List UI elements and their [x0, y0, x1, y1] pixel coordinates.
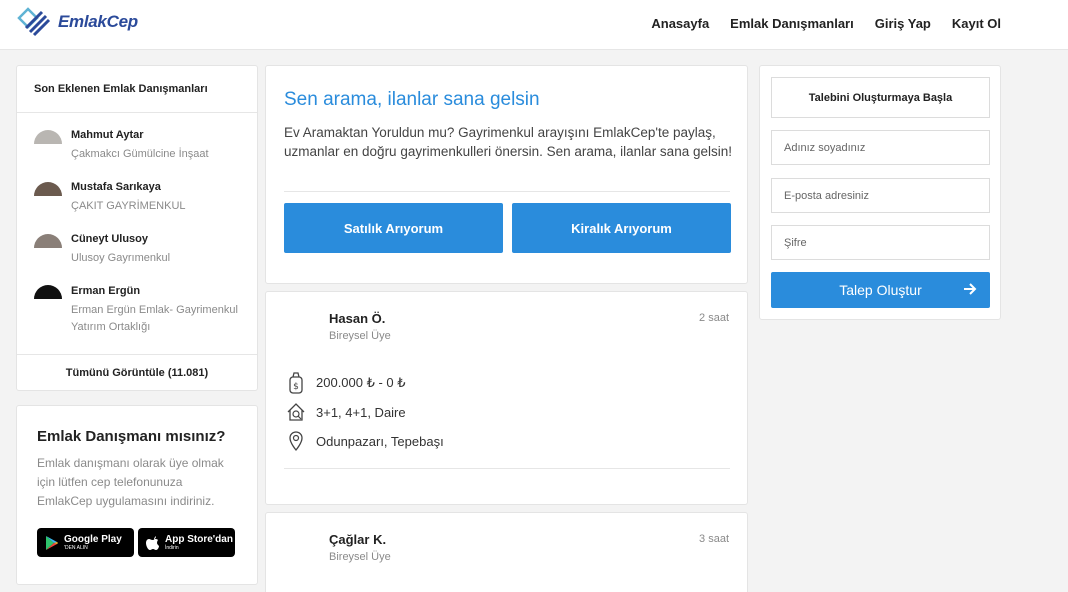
app-store-button[interactable]: App Store'dan İndirin: [138, 528, 235, 557]
nav-home[interactable]: Anasayfa: [651, 16, 709, 31]
store-badges: Google Play 'DEN ALIN App Store'dan İndi…: [37, 528, 239, 557]
divider: [284, 468, 730, 469]
google-play-button[interactable]: Google Play 'DEN ALIN: [37, 528, 134, 557]
price-tag-icon: $: [289, 372, 303, 394]
avatar: [34, 182, 62, 196]
app-store-label: App Store'dan: [165, 533, 233, 545]
nav-login[interactable]: Giriş Yap: [875, 16, 931, 31]
request-form-heading: Talebini Oluşturmaya Başla: [771, 77, 990, 118]
house-search-icon: [287, 403, 305, 421]
recent-agents-title: Son Eklenen Emlak Danışmanları: [17, 66, 257, 113]
recent-agents-panel: Son Eklenen Emlak Danışmanları Mahmut Ay…: [16, 65, 258, 391]
emlakcep-logo-icon: [17, 7, 51, 37]
listing-user-name: Çağlar K.: [329, 532, 387, 547]
password-field[interactable]: [771, 225, 990, 260]
create-request-label: Talep Oluştur: [839, 282, 922, 298]
agent-company: Erman Ergün Emlak- Gayrimenkul Yatırım O…: [71, 304, 238, 333]
email-field[interactable]: [771, 178, 990, 213]
name-field[interactable]: [771, 130, 990, 165]
divider: [284, 191, 730, 192]
agent-company: Çakmakcı Gümülcine İnşaat: [71, 148, 209, 160]
listing-rooms-row: 3+1, 4+1, Daire: [286, 401, 406, 423]
promo-title: Emlak Danışmanı mısınız?: [37, 428, 226, 445]
listing-user-type: Bireysel Üye: [329, 551, 391, 563]
for-sale-search-button[interactable]: Satılık Arıyorum: [284, 203, 503, 253]
promo-text: Emlak danışmanı olarak üye olmak için lü…: [37, 456, 224, 508]
agent-company: Ulusoy Gayrımenkul: [71, 252, 171, 264]
avatar: [34, 285, 62, 299]
location-pin-icon: [289, 431, 303, 451]
svg-text:$: $: [293, 382, 299, 392]
apple-icon: [146, 535, 159, 550]
listing-price-row: $ 200.000 ₺ - 0 ₺: [286, 372, 406, 394]
hero-title: Sen arama, ilanlar sana gelsin: [284, 89, 540, 110]
listing-location: Odunpazarı, Tepebaşı: [316, 433, 444, 449]
google-play-icon: [46, 535, 58, 550]
listing-price: 200.000 ₺ - 0 ₺: [316, 375, 406, 390]
nav-register[interactable]: Kayıt Ol: [952, 16, 1001, 31]
request-listing-card[interactable]: Çağlar K. Bireysel Üye 3 saat: [265, 512, 748, 592]
agent-name: Mustafa Sarıkaya: [71, 181, 161, 193]
google-play-sublabel: 'DEN ALIN: [64, 544, 88, 551]
top-navbar: EmlakCep Anasayfa Emlak Danışmanları Gir…: [0, 0, 1068, 50]
listing-location-row: Odunpazarı, Tepebaşı: [286, 430, 444, 452]
agent-name: Erman Ergün: [71, 285, 141, 297]
request-form-panel: Talebini Oluşturmaya Başla Talep Oluştur: [759, 65, 1001, 320]
logo-text: EmlakCep: [58, 12, 138, 31]
listing-user-name: Hasan Ö.: [329, 311, 386, 326]
agent-name: Cüneyt Ulusoy: [71, 233, 149, 245]
agent-name: Mahmut Aytar: [71, 129, 144, 141]
view-all-agents-link[interactable]: Tümünü Görüntüle (11.081): [17, 354, 257, 391]
listing-time: 3 saat: [699, 533, 729, 545]
logo[interactable]: EmlakCep: [16, 6, 138, 38]
google-play-label: Google Play: [64, 533, 122, 545]
app-store-sublabel: İndirin: [165, 544, 179, 551]
listing-user-type: Bireysel Üye: [329, 330, 391, 342]
hero-panel: Sen arama, ilanlar sana gelsin Ev Aramak…: [265, 65, 748, 284]
arrow-right-icon: [964, 283, 977, 295]
nav-agents[interactable]: Emlak Danışmanları: [730, 16, 854, 31]
avatar: [34, 130, 62, 144]
avatar: [34, 234, 62, 248]
listing-time: 2 saat: [699, 312, 729, 324]
create-request-button[interactable]: Talep Oluştur: [771, 272, 990, 308]
agent-promo-panel: Emlak Danışmanı mısınız? Emlak danışmanı…: [16, 405, 258, 585]
for-rent-search-button[interactable]: Kiralık Arıyorum: [512, 203, 731, 253]
agent-company: ÇAKIT GAYRİMENKUL: [71, 200, 186, 212]
listing-rooms: 3+1, 4+1, Daire: [316, 404, 406, 420]
hero-text: Ev Aramaktan Yoruldun mu? Gayrimenkul ar…: [284, 125, 732, 159]
main-nav: Anasayfa Emlak Danışmanları Giriş Yap Ka…: [630, 16, 1001, 31]
request-listing-card[interactable]: Hasan Ö. Bireysel Üye 2 saat $ 200.000 ₺…: [265, 291, 748, 505]
